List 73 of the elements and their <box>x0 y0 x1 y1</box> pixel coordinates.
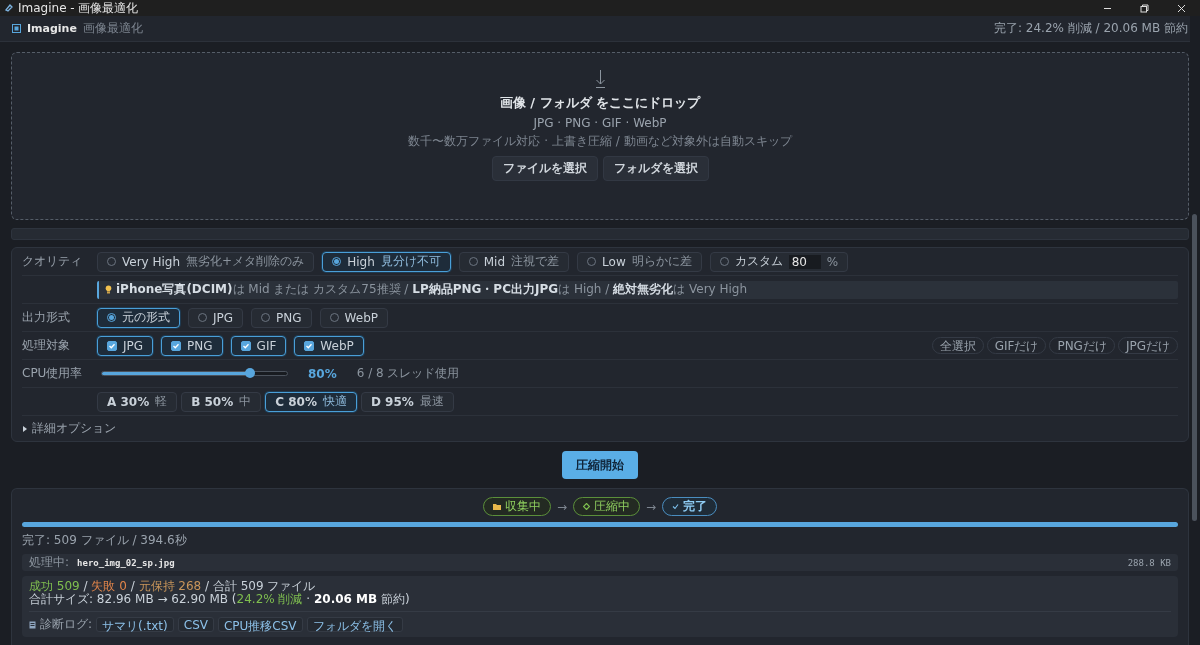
radio-option[interactable]: WebP <box>319 307 388 328</box>
radio-option[interactable]: Mid 注視で差 <box>458 251 570 272</box>
format-list: JPG · PNG · GIF · WebP <box>533 116 667 130</box>
preset-button[interactable]: D 95% 最速 <box>360 391 454 412</box>
radio-option[interactable]: Very High 無劣化+メタ削除のみ <box>97 251 315 272</box>
setting-label: CPU使用率 <box>22 365 84 382</box>
app-logo-icon <box>12 24 21 33</box>
pipeline-step: 完了 <box>662 497 718 516</box>
radio-option[interactable]: Low 明らかに差 <box>577 251 702 272</box>
radio-icon <box>107 313 116 322</box>
checkbox-icon <box>107 340 117 351</box>
setting-label: 出力形式 <box>22 309 71 326</box>
setting-label: クオリティ <box>22 253 83 270</box>
check-icon <box>672 503 680 510</box>
setting-label: 処理対象 <box>22 337 71 354</box>
pipeline-step: 収集中 <box>482 497 551 516</box>
app-subtitle: 画像最適化 <box>82 20 144 37</box>
result-counts: 成功 509 / 失敗 0 / 元保持 268 / 合計 509 ファイル <box>29 580 317 593</box>
drop-note: 数千〜数万ファイル対応 · 上書き圧縮 / 動画など対象外は自動スキップ <box>408 133 792 150</box>
checkbox-option[interactable]: PNG <box>161 335 223 356</box>
file-name: hero_img_02_sp.jpg <box>77 557 176 568</box>
progress-summary: 完了: 509 ファイル / 394.6秒 <box>22 532 188 549</box>
tip-text: iPhone写真(DCIM)は Mid または カスタム75推奨 / LP納品PNG・PC出力JPGは High / 絶対無劣化は Very High <box>116 281 748 298</box>
lightbulb-icon <box>105 285 112 294</box>
checkbox-option[interactable]: JPG <box>97 335 154 356</box>
current-label: 処理中: <box>29 554 70 571</box>
collapsed-icon <box>22 425 28 432</box>
slider-reading: 80% <box>308 366 337 381</box>
log-label: 診断ログ: <box>40 616 93 633</box>
select-button[interactable]: ファイルを選択 <box>491 156 598 181</box>
step-arrow: → <box>556 499 567 514</box>
radio-option[interactable]: High 見分け不可 <box>322 251 451 272</box>
log-button[interactable]: CPU推移CSV <box>217 617 303 632</box>
checkbox-option[interactable]: WebP <box>294 335 364 356</box>
preset-button[interactable]: A 30% 軽 <box>97 391 178 412</box>
custom-option[interactable]: カスタム 80 % <box>709 251 849 272</box>
advanced-options-toggle[interactable]: 詳細オプション <box>22 416 116 441</box>
clipboard-icon <box>29 620 36 629</box>
app-name: Imagine <box>27 22 77 35</box>
folder-icon <box>492 503 501 510</box>
app-icon <box>4 3 14 13</box>
slider-thumb[interactable] <box>245 368 255 378</box>
drop-title: 画像 / フォルダ をここにドロップ <box>499 94 701 112</box>
preset-button[interactable]: B 50% 中 <box>181 391 262 412</box>
select-button[interactable]: フォルダを選択 <box>602 156 709 181</box>
restore-icon[interactable] <box>1140 3 1149 13</box>
cpu-slider[interactable] <box>101 371 288 376</box>
step-arrow: → <box>646 499 657 514</box>
log-button[interactable]: フォルダを開く <box>306 617 403 632</box>
down-arrow-icon <box>594 70 606 88</box>
unit-label: % <box>826 254 839 269</box>
log-button[interactable]: サマリ(.txt) <box>96 617 174 632</box>
option-label: カスタム <box>734 253 783 270</box>
close-icon[interactable] <box>1177 3 1186 13</box>
radio-option[interactable]: JPG <box>188 307 244 328</box>
checkbox-icon <box>171 340 182 351</box>
status-text: 完了: 24.2% 削減 / 20.06 MB 節約 <box>993 20 1188 37</box>
pipeline-step: 圧縮中 <box>573 497 640 516</box>
thread-count: 6 / 8 スレッド使用 <box>356 365 460 382</box>
window-title: Imagine - 画像最適化 <box>18 0 140 17</box>
diamond-icon <box>583 503 590 510</box>
start-button[interactable]: 圧縮開始 <box>562 451 638 479</box>
checkbox-option[interactable]: GIF <box>230 335 287 356</box>
size-summary: 合計サイズ: 82.96 MB → 62.90 MB (24.2% 削減 · 20.06 MB 節約) <box>29 593 411 606</box>
checkbox-icon <box>304 340 315 351</box>
quality-input[interactable]: 80 <box>788 254 821 269</box>
preset-button[interactable]: C 80% 快適 <box>265 391 357 412</box>
scrollbar-thumb[interactable] <box>1192 214 1197 521</box>
checkbox-icon <box>240 340 251 351</box>
log-button[interactable]: CSV <box>177 617 214 632</box>
radio-option[interactable]: PNG <box>251 307 312 328</box>
radio-option[interactable]: 元の形式 <box>97 307 180 328</box>
file-size: 288.8 KB <box>1127 557 1171 568</box>
